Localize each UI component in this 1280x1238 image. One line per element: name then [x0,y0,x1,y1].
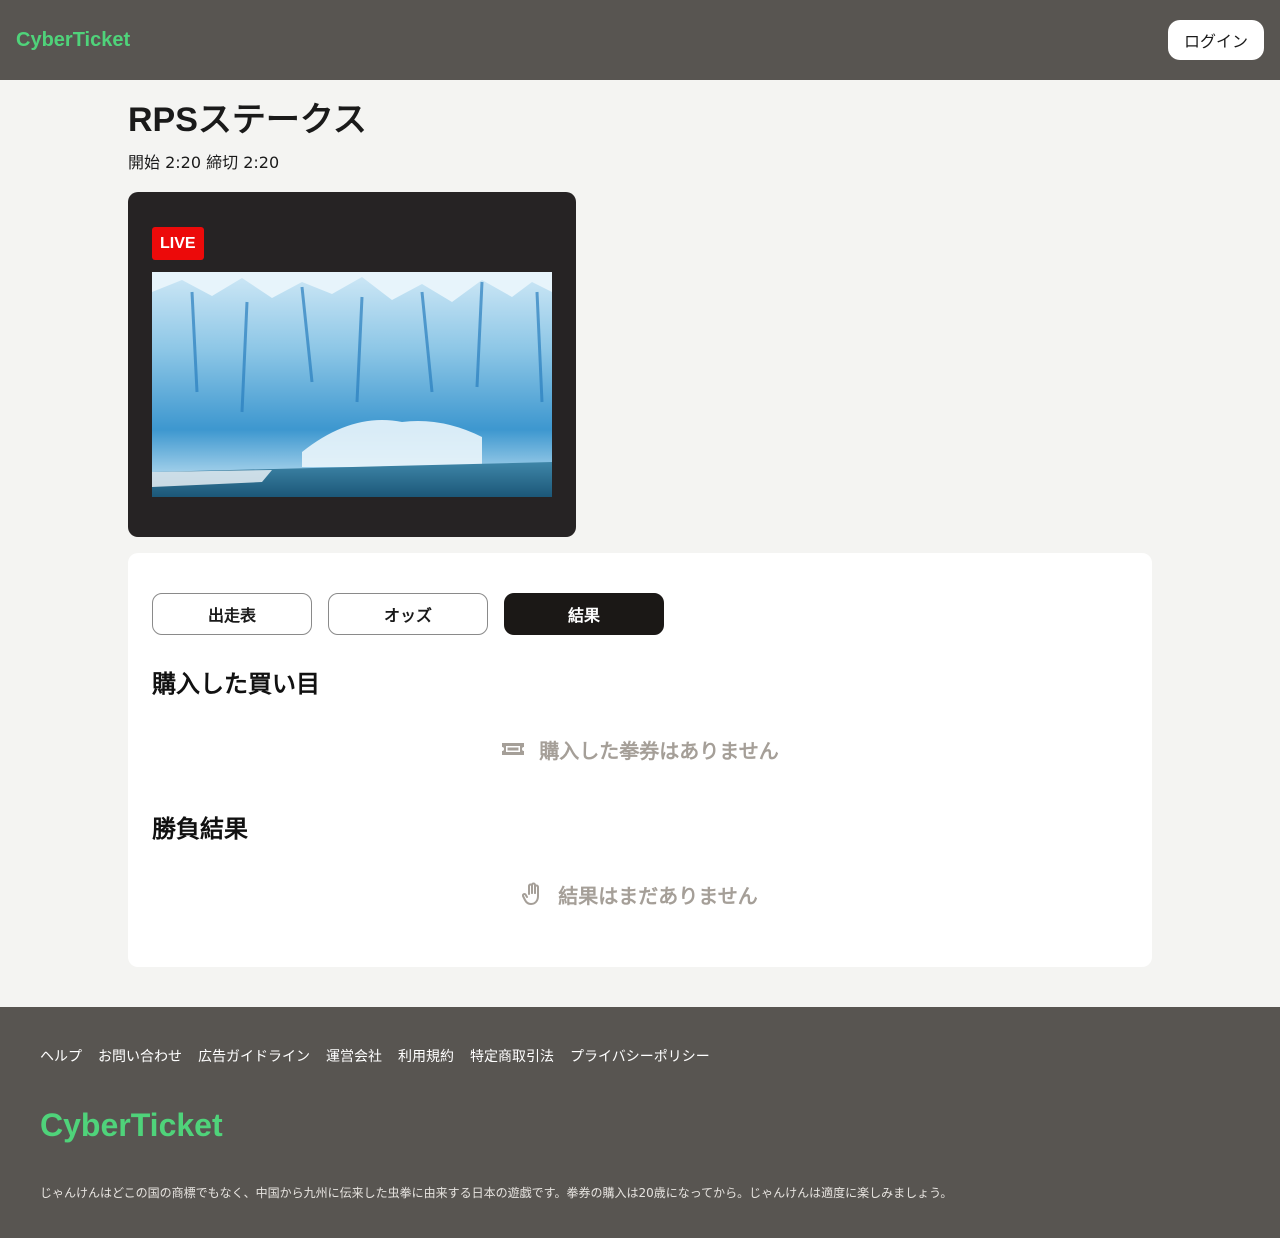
site-logo[interactable]: CyberTicket [16,29,130,52]
live-badge: LIVE [152,227,204,260]
footer-note: じゃんけんはどこの国の商標でもなく、中国から九州に伝来した虫拳に由来する日本の遊… [40,1186,953,1200]
ticket-icon [501,740,525,758]
login-button[interactable]: ログイン [1167,20,1264,60]
live-video[interactable] [152,272,552,497]
footer-link-commerce-law[interactable]: 特定商取引法 [470,1047,554,1067]
page-title: RPSステークス [128,101,367,139]
tab-bar: 出走表 オッズ 結果 [152,593,1128,635]
results-empty-state: 結果はまだありません [152,879,1128,909]
tab-race-card[interactable]: 出走表 [152,593,312,635]
glacier-video-image [152,272,552,497]
footer-link-contact[interactable]: お問い合わせ [98,1047,182,1067]
results-heading: 勝負結果 [152,815,248,843]
footer-link-company[interactable]: 運営会社 [326,1047,382,1067]
results-empty-text: 結果はまだありません [558,883,758,908]
footer-logo: CyberTicket [40,1107,223,1143]
hand-icon [522,882,544,906]
tab-results[interactable]: 結果 [504,593,664,635]
purchases-empty-text: 購入した拳券はありません [539,738,779,763]
footer-link-privacy[interactable]: プライバシーポリシー [570,1047,710,1067]
race-detail-card: 出走表 オッズ 結果 購入した買い目 購入した拳券はありません 勝負結果 結果は… [128,553,1152,967]
race-times: 開始 2:20 締切 2:20 [128,153,280,172]
live-video-panel: LIVE [128,192,576,537]
tab-odds[interactable]: オッズ [328,593,488,635]
main-content: RPSステークス 開始 2:20 締切 2:20 LIVE 出走表 オッズ 結果… [128,80,1152,967]
purchases-heading: 購入した買い目 [152,670,320,698]
site-footer: ヘルプ お問い合わせ 広告ガイドライン 運営会社 利用規約 特定商取引法 プライ… [0,1007,1280,1238]
footer-link-terms[interactable]: 利用規約 [398,1047,454,1067]
footer-link-help[interactable]: ヘルプ [40,1047,82,1067]
footer-links: ヘルプ お問い合わせ 広告ガイドライン 運営会社 利用規約 特定商取引法 プライ… [40,1047,1240,1067]
site-header: CyberTicket ログイン [0,0,1280,80]
footer-link-ad-guidelines[interactable]: 広告ガイドライン [198,1047,310,1067]
purchases-empty-state: 購入した拳券はありません [152,734,1128,764]
